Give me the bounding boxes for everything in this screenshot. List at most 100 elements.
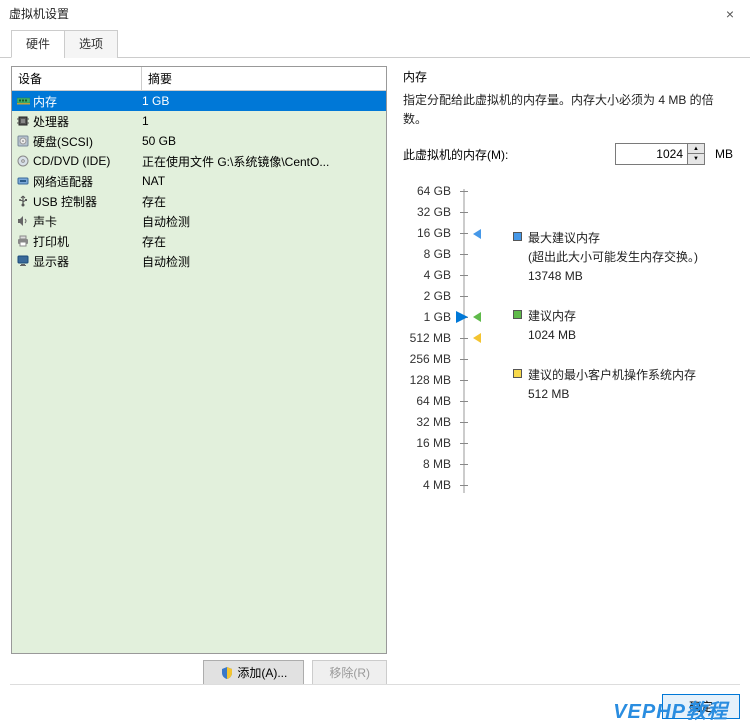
device-summary: 存在 [142,193,382,210]
tick-label: 256 MB [403,349,451,370]
legend-min-val: 512 MB [528,385,696,404]
tick-mark [460,380,468,381]
table-row[interactable]: 处理器1 [12,111,386,131]
slider-thumb[interactable] [456,311,468,323]
close-icon[interactable]: × [716,6,744,22]
memory-description: 指定分配给此虚拟机的内存量。内存大小必须为 4 MB 的倍数。 [403,91,733,129]
device-name: 硬盘(SCSI) [33,133,93,150]
legend-rec-title: 建议内存 [528,307,576,326]
memory-spinner[interactable]: ▲ ▼ [687,143,705,165]
legend-max-note: (超出此大小可能发生内存交换。) [528,248,698,267]
table-row[interactable]: 显示器自动检测 [12,251,386,271]
tick-label: 128 MB [403,370,451,391]
device-name: 内存 [33,93,57,110]
tabs: 硬件 选项 [0,29,750,58]
max-arrow-icon [473,229,481,239]
tick-mark [460,338,468,339]
remove-button: 移除(R) [312,660,387,685]
tick-label: 64 GB [403,181,451,202]
table-row[interactable]: CD/DVD (IDE) 正在使用文件 G:\系统镜像\CentO... [12,151,386,171]
device-name: CD/DVD (IDE) [33,154,110,168]
legend-max-val: 13748 MB [528,267,698,286]
tick-mark [460,296,468,297]
memory-input-row: 此虚拟机的内存(M): ▲ ▼ MB [403,143,733,165]
display-icon [16,255,30,267]
slider-ticks: 64 GB32 GB16 GB8 GB4 GB2 GB1 GB512 MB256… [403,181,451,499]
tick-mark [460,401,468,402]
slider-legend: 最大建议内存 (超出此大小可能发生内存交换。) 13748 MB 建议内存 10… [477,181,698,499]
legend-max-color [513,232,522,241]
device-name: 打印机 [33,233,69,250]
memory-group-label: 内存 [403,68,733,85]
table-row[interactable]: 声卡 自动检测 [12,211,386,231]
tick-mark [460,464,468,465]
col-summary: 摘要 [142,67,386,90]
tick-mark [460,443,468,444]
legend-max: 最大建议内存 (超出此大小可能发生内存交换。) 13748 MB [513,229,698,285]
memory-unit: MB [715,147,733,161]
legend-min-color [513,369,522,378]
tick-label: 512 MB [403,328,451,349]
device-summary: 自动检测 [142,253,382,270]
tick-label: 4 GB [403,265,451,286]
table-row[interactable]: 网络适配器NAT [12,171,386,191]
rec-arrow-icon [473,312,481,322]
tab-hardware[interactable]: 硬件 [11,30,65,58]
spin-up-icon[interactable]: ▲ [688,144,704,154]
memory-slider-area: 64 GB32 GB16 GB8 GB4 GB2 GB1 GB512 MB256… [403,181,733,499]
tick-mark [460,485,468,486]
table-row[interactable]: USB 控制器存在 [12,191,386,211]
table-header: 设备 摘要 [12,67,386,91]
tick-mark [460,275,468,276]
tick-label: 8 GB [403,244,451,265]
tick-label: 1 GB [403,307,451,328]
device-summary: 50 GB [142,134,382,148]
tick-label: 64 MB [403,391,451,412]
device-name: 处理器 [33,113,69,130]
tick-label: 16 MB [403,433,451,454]
memory-input-label: 此虚拟机的内存(M): [403,146,508,163]
net-icon [16,175,30,187]
window-title: 虚拟机设置 [9,5,69,22]
legend-rec: 建议内存 1024 MB [513,307,698,344]
device-summary: 1 GB [142,94,382,108]
device-name: 网络适配器 [33,173,93,190]
memory-input[interactable] [615,143,687,165]
watermark: VEPHP教程 [613,695,728,724]
table-row[interactable]: 打印机 存在 [12,231,386,251]
memory-slider[interactable] [459,181,469,499]
tick-mark [460,233,468,234]
cd-icon [16,155,30,167]
legend-max-title: 最大建议内存 [528,229,698,248]
tick-label: 4 MB [403,475,451,496]
hardware-buttons: 添加(A)... 移除(R) [11,660,387,685]
tick-mark [460,191,468,192]
spin-down-icon[interactable]: ▼ [688,154,704,164]
tick-label: 16 GB [403,223,451,244]
tick-mark [460,212,468,213]
shield-icon [220,667,234,679]
tab-options[interactable]: 选项 [64,30,118,58]
table-row[interactable]: 硬盘(SCSI) 50 GB [12,131,386,151]
device-summary: 自动检测 [142,213,382,230]
tick-mark [460,254,468,255]
usb-icon [16,195,30,207]
tick-label: 32 MB [403,412,451,433]
hardware-panel: 设备 摘要 内存 1 GB 处理器1 硬盘(SCSI) 50 GB CD/DVD (IDE… [11,66,387,685]
device-summary: 正在使用文件 G:\系统镜像\CentO... [142,153,382,170]
table-row[interactable]: 内存 1 GB [12,91,386,111]
legend-min: 建议的最小客户机操作系统内存 512 MB [513,366,698,403]
tick-label: 2 GB [403,286,451,307]
add-label: 添加(A)... [237,664,287,681]
printer-icon [16,235,30,247]
col-device: 设备 [12,67,142,90]
sound-icon [16,215,30,227]
memory-panel: 内存 指定分配给此虚拟机的内存量。内存大小必须为 4 MB 的倍数。 此虚拟机的… [401,66,739,685]
hardware-table: 设备 摘要 内存 1 GB 处理器1 硬盘(SCSI) 50 GB CD/DVD (IDE… [11,66,387,654]
legend-rec-color [513,310,522,319]
add-button[interactable]: 添加(A)... [203,660,304,685]
device-summary: 存在 [142,233,382,250]
device-name: 声卡 [33,213,57,230]
legend-min-title: 建议的最小客户机操作系统内存 [528,366,696,385]
memory-icon [16,95,30,107]
